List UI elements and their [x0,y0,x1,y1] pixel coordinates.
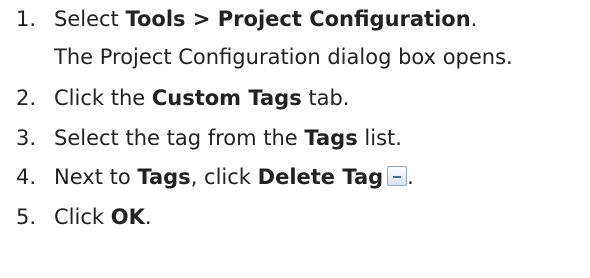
step-3: 3. Select the tag from the Tags list. [16,124,402,152]
instruction-list: 1. Select Tools > Project Configuration. … [0,0,590,278]
step-number: 4. [16,165,37,189]
step-4: 4. Next to Tags, click Delete Tag. [16,163,414,191]
step-number: 5. [16,205,37,229]
button-name: OK [110,205,145,229]
step-number: 1. [16,7,37,31]
step-text: , click [190,165,258,189]
tab-name: Custom Tags [151,86,302,110]
button-name: Delete Tag [257,165,384,189]
step-text: Select [54,7,126,31]
menu-path: Tools > Project Configuration [125,7,471,31]
list-name: Tags [304,126,358,150]
step-text: Click the [54,86,152,110]
step-text: . [144,205,152,229]
step-number: 3. [16,126,37,150]
step-text: Click [54,205,111,229]
step-1: 1. Select Tools > Project Configuration. [16,5,477,33]
step-2: 2. Click the Custom Tags tab. [16,84,350,112]
step-number: 2. [16,86,37,110]
delete-tag-minus-icon [387,166,408,186]
step-1-result: The Project Configuration dialog box ope… [54,45,513,69]
step-text: Next to [54,165,138,189]
step-text: list. [357,126,402,150]
step-text: . [470,7,478,31]
step-text: Select the tag from the [54,126,305,150]
step-5: 5. Click OK. [16,203,152,231]
step-text: . [407,165,414,189]
field-name: Tags [137,165,191,189]
step-text: tab. [301,86,350,110]
